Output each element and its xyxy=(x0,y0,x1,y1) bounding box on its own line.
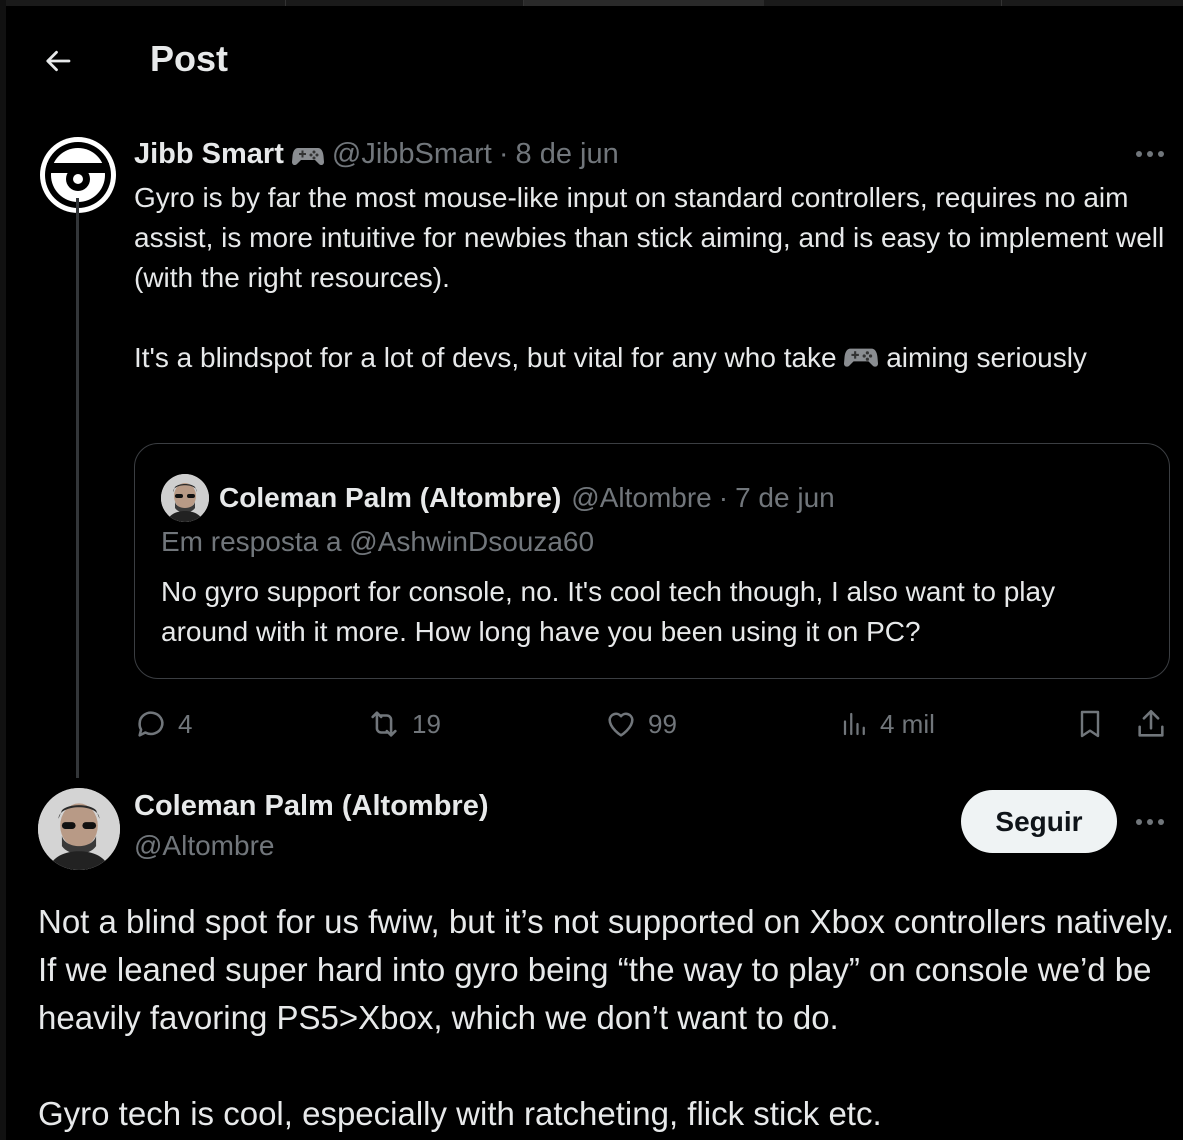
avatar xyxy=(161,474,209,522)
author-name[interactable]: Jibb Smart xyxy=(134,138,284,171)
author-handle[interactable]: @Altombre xyxy=(134,830,274,862)
tweet-text: Not a blind spot for us fwiw, but it’s n… xyxy=(38,898,1178,1138)
tweet-paragraph: Gyro is by far the most mouse-like input… xyxy=(134,182,1165,293)
share-button[interactable] xyxy=(1134,700,1178,748)
tab-divider xyxy=(286,0,524,6)
separator-dot: · xyxy=(498,138,509,170)
reply-count: 4 xyxy=(178,708,193,739)
repost-icon xyxy=(371,711,397,737)
views-button[interactable]: 4 mil xyxy=(840,700,935,748)
quoted-tweet-card[interactable]: Coleman Palm (Altombre) @Altombre · 7 de… xyxy=(134,443,1170,679)
heart-icon xyxy=(608,712,634,737)
browser-tab-strip xyxy=(0,0,1183,6)
like-button[interactable]: 99 xyxy=(604,700,677,748)
gamepad-icon xyxy=(844,340,879,380)
tweet-paragraph: It's a blindspot for a lot of devs, but … xyxy=(134,338,1174,380)
author-name[interactable]: Coleman Palm (Altombre) xyxy=(134,790,489,823)
share-upload-icon xyxy=(1138,709,1164,737)
bookmark-button[interactable] xyxy=(1074,700,1116,748)
person-photo-icon xyxy=(38,788,120,870)
view-count: 4 mil xyxy=(880,708,935,739)
active-tab-indicator xyxy=(524,0,764,6)
author-handle[interactable]: @JibbSmart xyxy=(332,138,492,171)
repost-button[interactable]: 19 xyxy=(366,700,441,748)
tweet-paragraph: Not a blind spot for us fwiw, but it’s n… xyxy=(38,903,1175,1036)
page-header: Post xyxy=(0,30,1183,90)
gamepad-icon xyxy=(291,143,324,167)
person-photo-icon xyxy=(161,474,209,522)
quoted-tweet-header: Coleman Palm (Altombre) @Altombre · 7 de… xyxy=(161,474,835,522)
like-count: 99 xyxy=(648,708,677,739)
separator-dot: · xyxy=(718,482,729,513)
page-title: Post xyxy=(150,38,229,79)
tweet-header: Jibb Smart @JibbSmart · 8 de jun xyxy=(134,138,619,171)
reply-bubble-icon xyxy=(138,711,164,737)
repost-count: 19 xyxy=(412,708,441,739)
more-options-button[interactable] xyxy=(1132,810,1168,834)
bookmark-icon xyxy=(1080,710,1100,738)
tab-divider xyxy=(764,0,1002,6)
more-horizontal-icon xyxy=(1136,819,1164,825)
tweet-date[interactable]: 8 de jun xyxy=(516,138,619,171)
avatar[interactable] xyxy=(38,788,120,870)
quoted-tweet-text: No gyro support for console, no. It's co… xyxy=(161,576,1056,647)
tweet-text-segment: aiming seriously xyxy=(886,342,1087,373)
arrow-left-icon xyxy=(46,50,71,72)
analytics-bars-icon xyxy=(843,712,865,736)
back-button[interactable] xyxy=(38,40,80,82)
more-options-button[interactable] xyxy=(1132,142,1168,166)
quoted-author-name: Coleman Palm (Altombre) xyxy=(219,482,562,513)
tab-divider xyxy=(0,0,286,6)
follow-button[interactable]: Seguir xyxy=(961,790,1117,853)
quoted-author-handle: @Altombre xyxy=(571,482,712,513)
tweet-text: Gyro is by far the most mouse-like input… xyxy=(134,178,1174,380)
left-window-edge xyxy=(0,0,6,1140)
more-horizontal-icon xyxy=(1136,151,1164,157)
reply-context: Em resposta a @AshwinDsouza60 xyxy=(161,526,595,557)
quoted-tweet-date: 7 de jun xyxy=(735,482,835,513)
reply-button[interactable]: 4 xyxy=(134,700,192,748)
thread-connector-line xyxy=(76,198,79,778)
tweet-paragraph: Gyro tech is cool, especially with ratch… xyxy=(38,1095,882,1132)
tweet-action-bar: 4 19 99 4 mil xyxy=(134,700,1174,748)
tweet-text-segment: It's a blindspot for a lot of devs, but … xyxy=(134,342,837,373)
